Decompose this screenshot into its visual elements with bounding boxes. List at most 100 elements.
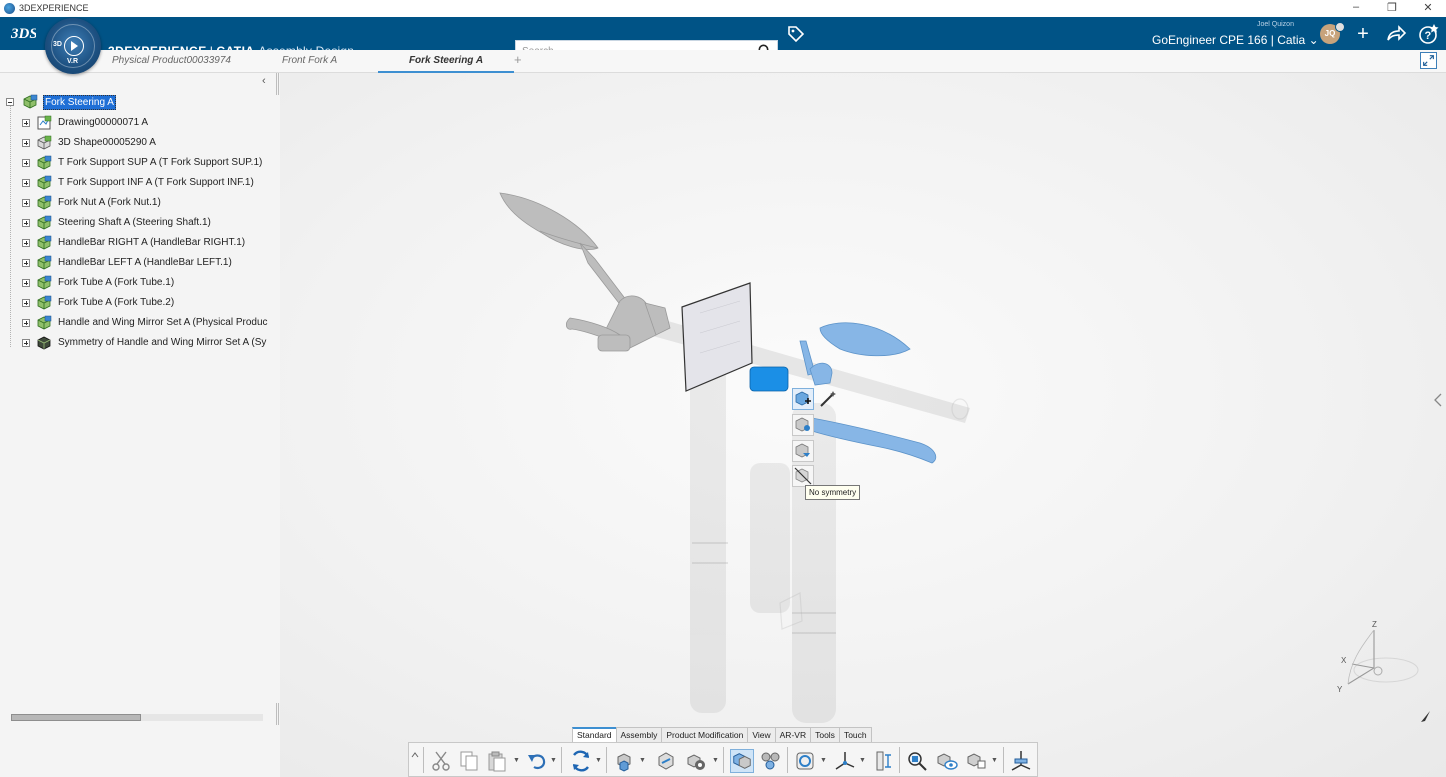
action-bar-collapse-icon[interactable] [411, 751, 419, 771]
measure-icon[interactable] [871, 749, 895, 773]
tree-item-label: Fork Tube A (Fork Tube.1) [58, 277, 175, 288]
add-icon[interactable]: + [1352, 23, 1374, 45]
expand-toggle-icon[interactable] [22, 299, 30, 307]
hide-show-icon[interactable] [935, 749, 959, 773]
share-icon[interactable] [1385, 24, 1407, 44]
section-icon[interactable] [793, 749, 817, 773]
cut-icon[interactable] [429, 749, 453, 773]
maximize-icon[interactable] [1420, 52, 1437, 69]
tree-item[interactable]: HandleBar RIGHT A (HandleBar RIGHT.1) [0, 233, 278, 253]
window-titlebar: 3DEXPERIENCE – ❐ ✕ [0, 0, 1446, 18]
expand-toggle-icon[interactable] [22, 279, 30, 287]
axis-triad[interactable]: Z X Y [1330, 618, 1420, 698]
tree-item-label: Symmetry of Handle and Wing Mirror Set A… [58, 337, 267, 348]
expand-toggle-icon[interactable] [22, 199, 30, 207]
tree-item-label: 3D Shape00005290 A [58, 137, 156, 148]
tab-ar-vr[interactable]: AR-VR [774, 727, 812, 743]
collapse-tree-icon[interactable]: ‹ [262, 75, 266, 87]
tenant-selector[interactable]: GoEngineer CPE 166 | Catia ⌄ [1152, 33, 1319, 47]
panel-divider[interactable] [278, 73, 279, 95]
tree-item-label: HandleBar LEFT A (HandleBar LEFT.1) [58, 257, 232, 268]
chevron-down-icon[interactable]: ▼ [859, 757, 866, 764]
expand-toggle-icon[interactable] [22, 319, 30, 327]
compass-widget[interactable]: 3D V.R [45, 18, 101, 74]
tree-item[interactable]: T Fork Support SUP A (T Fork Support SUP… [0, 153, 278, 173]
3ds-logo-icon[interactable]: 3DS [10, 22, 36, 44]
paste-icon[interactable] [485, 749, 509, 773]
no-symmetry-button[interactable] [792, 465, 814, 487]
collapse-toggle-icon[interactable] [6, 98, 14, 106]
chevron-down-icon[interactable]: ▼ [595, 757, 602, 764]
symmetry-tool-icon[interactable] [730, 749, 754, 773]
undo-icon[interactable] [525, 749, 549, 773]
chevron-down-icon[interactable]: ▼ [820, 757, 827, 764]
chevron-left-icon[interactable] [1433, 392, 1443, 408]
tab-touch[interactable]: Touch [838, 727, 872, 743]
mirror-symmetry-button[interactable] [792, 440, 814, 462]
robot-axis-icon[interactable] [833, 749, 857, 773]
tab-physical-product[interactable]: Physical Product00033974 [112, 50, 231, 71]
panel-divider-bottom[interactable] [276, 703, 277, 725]
tooltip: No symmetry [805, 485, 861, 500]
toolbar-separator [561, 747, 562, 773]
tree-item[interactable]: HandleBar LEFT A (HandleBar LEFT.1) [0, 253, 278, 273]
tree-item[interactable]: T Fork Support INF A (T Fork Support INF… [0, 173, 278, 193]
tab-product-modification[interactable]: Product Modification [661, 727, 749, 743]
scrollbar-thumb[interactable] [11, 714, 141, 721]
chevron-down-icon[interactable]: ▼ [712, 757, 719, 764]
tree-item[interactable]: Fork Nut A (Fork Nut.1) [0, 193, 278, 213]
chevron-down-icon[interactable]: ▼ [991, 757, 998, 764]
tree-item[interactable]: Fork Tube A (Fork Tube.2) [0, 293, 278, 313]
translate-symmetry-button[interactable] [792, 388, 814, 410]
magic-wand-button[interactable] [817, 388, 839, 410]
appearance-icon[interactable] [965, 749, 989, 773]
insert-product-icon[interactable] [614, 749, 638, 773]
tree-root[interactable]: Fork Steering A [0, 92, 278, 112]
tree-item-label: Fork Nut A (Fork Nut.1) [58, 197, 161, 208]
tag-icon[interactable] [787, 25, 805, 43]
zoom-fit-icon[interactable] [905, 749, 929, 773]
tab-front-fork[interactable]: Front Fork A [282, 50, 337, 71]
expand-toggle-icon[interactable] [22, 239, 30, 247]
expand-toggle-icon[interactable] [22, 219, 30, 227]
chevron-down-icon[interactable]: ▼ [639, 757, 646, 764]
replace-icon[interactable] [655, 749, 679, 773]
expand-toggle-icon[interactable] [22, 339, 30, 347]
play-icon[interactable] [64, 36, 84, 56]
tree-item[interactable]: Handle and Wing Mirror Set A (Physical P… [0, 313, 278, 333]
tree-item[interactable]: Symmetry of Handle and Wing Mirror Set A… [0, 333, 278, 353]
close-icon[interactable]: ✕ [1416, 1, 1440, 14]
restore-icon[interactable]: ❐ [1380, 1, 1404, 14]
expand-toggle-icon[interactable] [22, 159, 30, 167]
tree-item[interactable]: Drawing00000071 A [0, 113, 278, 133]
tree-scrollbar[interactable] [11, 714, 263, 721]
tab-tools[interactable]: Tools [810, 727, 840, 743]
chevron-down-icon[interactable]: ▼ [513, 757, 520, 764]
chevron-down-icon: ⌄ [1308, 33, 1319, 47]
expand-toggle-icon[interactable] [22, 259, 30, 267]
expand-toggle-icon[interactable] [22, 119, 30, 127]
tab-assembly[interactable]: Assembly [615, 727, 663, 743]
expand-toggle-icon[interactable] [22, 179, 30, 187]
action-bar: ▼ ▼ ▼ ▼ ▼ ▼ ▼ ▼ [408, 742, 1038, 777]
tree-item[interactable]: 3D Shape00005290 A [0, 133, 278, 153]
pointer-icon[interactable] [1418, 710, 1432, 724]
panel-divider-bottom[interactable] [278, 703, 279, 725]
update-icon[interactable] [569, 749, 593, 773]
3d-viewport[interactable] [280, 73, 1446, 777]
tree-item[interactable]: Steering Shaft A (Steering Shaft.1) [0, 213, 278, 233]
tree-item[interactable]: Fork Tube A (Fork Tube.1) [0, 273, 278, 293]
new-tab-icon[interactable]: + [514, 52, 522, 67]
expand-toggle-icon[interactable] [22, 139, 30, 147]
tab-view[interactable]: View [747, 727, 776, 743]
minimize-icon[interactable]: – [1344, 1, 1368, 13]
rotate-symmetry-button[interactable] [792, 414, 814, 436]
pattern-icon[interactable] [759, 749, 783, 773]
copy-icon[interactable] [457, 749, 481, 773]
compass-manipulate-icon[interactable] [1009, 749, 1033, 773]
engineering-connection-icon[interactable] [685, 749, 709, 773]
help-icon[interactable]: ? [1418, 23, 1440, 45]
tab-fork-steering[interactable]: Fork Steering A [378, 50, 514, 73]
chevron-down-icon[interactable]: ▼ [550, 757, 557, 764]
3d-model-render[interactable] [280, 73, 1446, 777]
